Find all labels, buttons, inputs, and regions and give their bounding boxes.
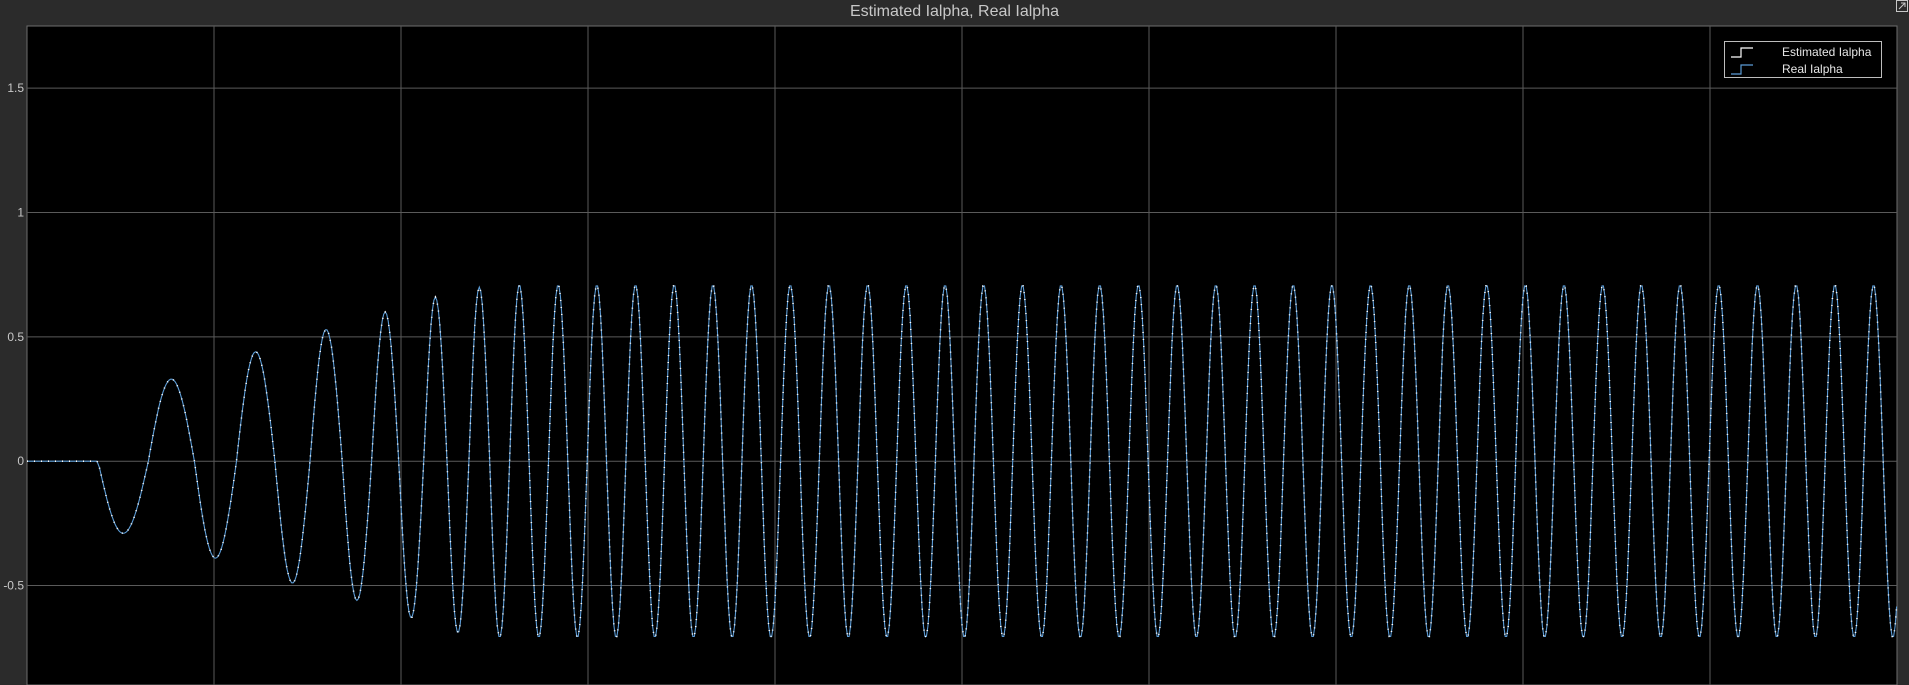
- plot-area[interactable]: -0.5 0 0.5 1 1.5: [0, 0, 1909, 685]
- step-line-icon: [1731, 47, 1753, 58]
- y-tick-label: 1.5: [7, 81, 24, 95]
- y-tick-labels: -0.5 0 0.5 1 1.5: [3, 81, 24, 592]
- scope-window: Estimated Ialpha, Real Ialpha -0.5 0 0.5 1 1…: [0, 0, 1909, 685]
- legend-entry-real: Real Ialpha: [1725, 61, 1881, 77]
- legend-label-estimated: Estimated Ialpha: [1782, 45, 1872, 59]
- legend-label-real: Real Ialpha: [1782, 62, 1843, 76]
- legend[interactable]: Estimated Ialpha Real Ialpha: [1724, 41, 1882, 78]
- y-tick-label: 0: [17, 454, 24, 468]
- y-tick-label: 1: [17, 206, 24, 220]
- y-tick-label: 0.5: [7, 330, 24, 344]
- step-line-icon: [1731, 64, 1753, 75]
- legend-entry-estimated: Estimated Ialpha: [1725, 44, 1881, 60]
- y-tick-label: -0.5: [3, 579, 24, 593]
